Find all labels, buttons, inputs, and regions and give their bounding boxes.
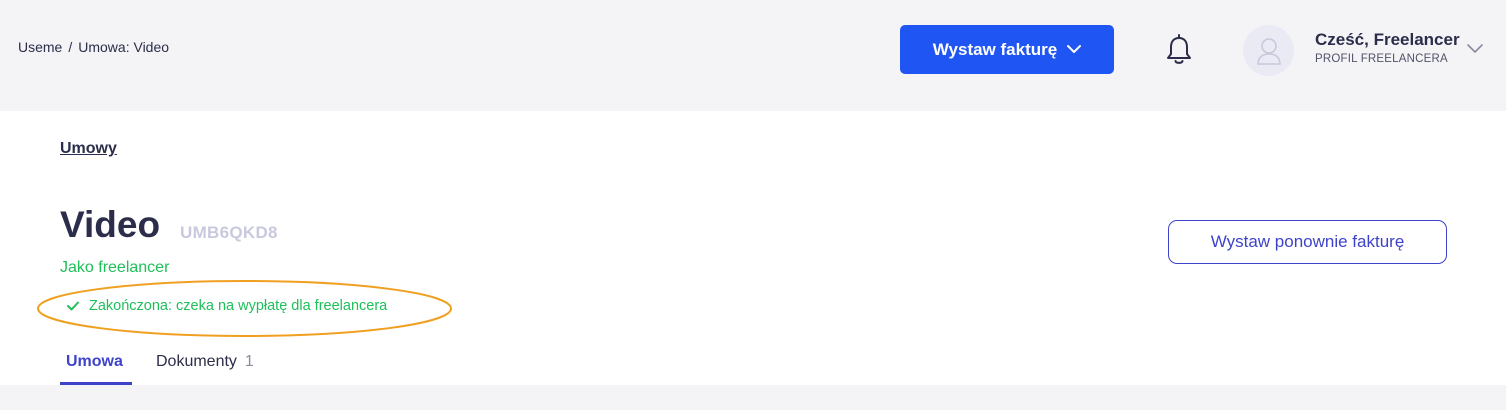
top-bar: Useme / Umowa: Video Wystaw fakturę Cześ…	[0, 0, 1506, 111]
tab-documents-count: 1	[244, 353, 254, 370]
status-text: Zakończona: czeka na wypłatę dla freelan…	[89, 298, 388, 314]
tabs: Umowa Dokumenty 1	[60, 349, 260, 385]
check-icon	[67, 301, 79, 311]
contracts-link[interactable]: Umowy	[60, 140, 117, 158]
avatar[interactable]	[1243, 25, 1294, 76]
reissue-invoice-button[interactable]: Wystaw ponownie fakturę	[1168, 220, 1447, 264]
contract-role: Jako freelancer	[60, 259, 170, 276]
tab-contract[interactable]: Umowa	[60, 349, 132, 385]
user-role: PROFIL FREELANCERA	[1315, 53, 1448, 65]
contract-panel: Umowy Video UMB6QKD8 Jako freelancer Zak…	[0, 111, 1506, 385]
tab-contract-label: Umowa	[66, 353, 123, 370]
breadcrumb-separator: /	[68, 39, 73, 55]
tab-documents[interactable]: Dokumenty 1	[150, 349, 260, 385]
page-title: Video	[60, 204, 161, 245]
user-icon	[1256, 37, 1281, 65]
user-info[interactable]: Cześć, Freelancer PROFIL FREELANCERA	[1315, 30, 1460, 65]
chevron-down-icon	[1067, 45, 1082, 53]
breadcrumb-root[interactable]: Useme	[18, 39, 62, 55]
tab-documents-label: Dokumenty	[156, 353, 237, 370]
issue-invoice-button[interactable]: Wystaw fakturę	[900, 25, 1114, 74]
page-background	[0, 385, 1506, 410]
issue-invoice-label: Wystaw fakturę	[932, 39, 1058, 59]
contract-code: UMB6QKD8	[180, 223, 278, 242]
status-badge: Zakończona: czeka na wypłatę dla freelan…	[67, 298, 387, 314]
user-greeting: Cześć, Freelancer	[1315, 30, 1460, 49]
chevron-down-icon[interactable]	[1467, 44, 1483, 54]
breadcrumb-current: Umowa: Video	[78, 39, 170, 55]
bell-icon[interactable]	[1164, 34, 1194, 66]
breadcrumb: Useme / Umowa: Video	[18, 39, 169, 55]
